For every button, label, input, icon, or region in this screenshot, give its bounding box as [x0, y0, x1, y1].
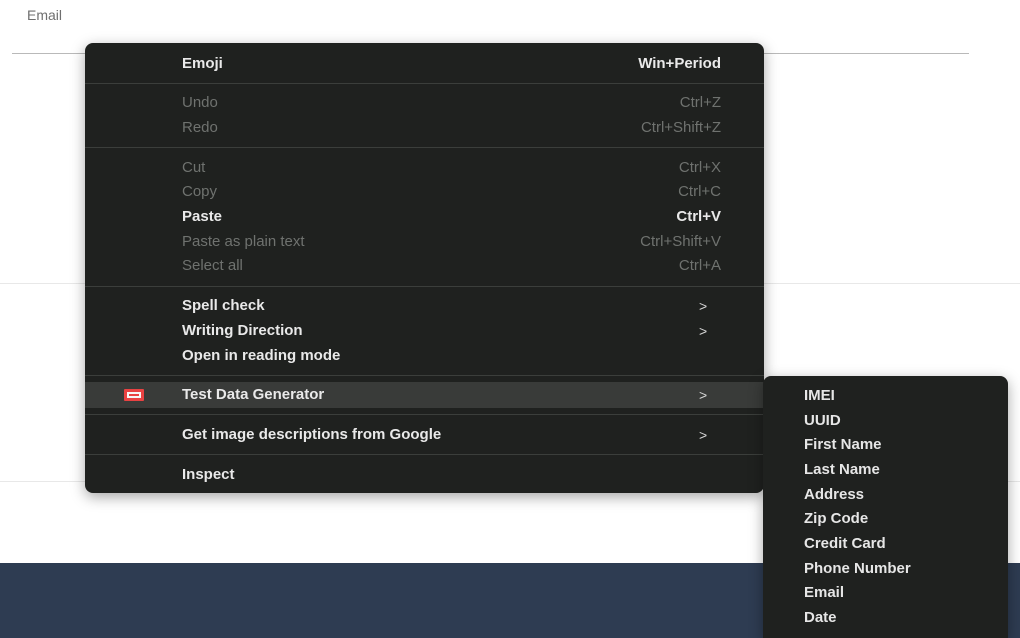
context-menu: Emoji Win+Period Undo Ctrl+Z Redo Ctrl+S… [85, 43, 764, 493]
submenu-item-label: First Name [804, 436, 882, 453]
submenu-item-label: Zip Code [804, 510, 869, 527]
menu-item-label: Inspect [182, 466, 235, 483]
menu-item-shortcut: Ctrl+C [678, 183, 721, 200]
menu-item-shortcut: Ctrl+Shift+V [640, 233, 721, 250]
submenu-item-last-name[interactable]: Last Name [763, 458, 1008, 482]
menu-item-reading-mode[interactable]: Open in reading mode [85, 344, 764, 368]
menu-item-paste-plain-text[interactable]: Paste as plain text Ctrl+Shift+V [85, 230, 764, 254]
submenu-item-zip-code[interactable]: Zip Code [763, 507, 1008, 531]
menu-item-label: Open in reading mode [182, 347, 341, 364]
menu-item-label: Select all [182, 257, 243, 274]
test-data-submenu: IMEI UUID First Name Last Name Address Z… [763, 376, 1008, 638]
menu-item-test-data-generator[interactable]: Test Data Generator > [85, 382, 764, 408]
menu-item-shortcut: Win+Period [638, 55, 721, 72]
email-field-label: Email [27, 7, 63, 23]
menu-item-label: Test Data Generator [182, 386, 325, 403]
menu-item-writing-direction[interactable]: Writing Direction > [85, 319, 764, 343]
menu-separator [85, 286, 764, 287]
menu-item-shortcut: Ctrl+A [678, 257, 721, 274]
menu-item-shortcut: Ctrl+Shift+Z [640, 119, 721, 136]
menu-item-inspect[interactable]: Inspect [85, 463, 764, 487]
menu-item-copy[interactable]: Copy Ctrl+C [85, 180, 764, 204]
menu-item-label: Copy [182, 183, 218, 200]
menu-item-label: Redo [182, 119, 218, 136]
submenu-item-label: UUID [804, 412, 841, 429]
chevron-right-icon: > [699, 427, 708, 443]
submenu-item-label: Last Name [804, 461, 880, 478]
menu-item-emoji[interactable]: Emoji Win+Period [85, 52, 764, 76]
submenu-item-label: Credit Card [804, 535, 886, 552]
submenu-item-phone-number[interactable]: Phone Number [763, 557, 1008, 581]
chevron-right-icon: > [699, 387, 708, 403]
submenu-item-date[interactable]: Date [763, 606, 1008, 630]
menu-item-label: Paste [182, 208, 223, 225]
submenu-item-address[interactable]: Address [763, 483, 1008, 507]
submenu-item-label: Phone Number [804, 560, 911, 577]
submenu-item-label: Address [804, 486, 865, 503]
menu-item-shortcut: Ctrl+X [678, 159, 721, 176]
menu-separator [85, 414, 764, 415]
chevron-right-icon: > [699, 298, 708, 314]
menu-separator [85, 83, 764, 84]
menu-item-shortcut: Ctrl+Z [679, 94, 721, 111]
menu-separator [85, 454, 764, 455]
submenu-item-uuid[interactable]: UUID [763, 409, 1008, 433]
menu-item-image-descriptions[interactable]: Get image descriptions from Google > [85, 423, 764, 447]
menu-item-cut[interactable]: Cut Ctrl+X [85, 156, 764, 180]
menu-item-redo[interactable]: Redo Ctrl+Shift+Z [85, 116, 764, 140]
menu-item-shortcut: Ctrl+V [676, 208, 721, 225]
test-data-generator-icon [124, 389, 144, 401]
submenu-item-label: Email [804, 584, 845, 601]
menu-item-label: Writing Direction [182, 322, 303, 339]
menu-item-label: Cut [182, 159, 206, 176]
chevron-right-icon: > [699, 323, 708, 339]
submenu-item-credit-card[interactable]: Credit Card [763, 532, 1008, 556]
menu-item-label: Spell check [182, 297, 265, 314]
menu-separator [85, 375, 764, 376]
menu-item-spell-check[interactable]: Spell check > [85, 294, 764, 318]
menu-item-paste[interactable]: Paste Ctrl+V [85, 205, 764, 229]
menu-item-label: Emoji [182, 55, 223, 72]
menu-item-label: Get image descriptions from Google [182, 426, 442, 443]
menu-item-label: Undo [182, 94, 218, 111]
submenu-item-imei[interactable]: IMEI [763, 384, 1008, 408]
submenu-item-label: IMEI [804, 387, 835, 404]
menu-item-select-all[interactable]: Select all Ctrl+A [85, 254, 764, 278]
menu-item-undo[interactable]: Undo Ctrl+Z [85, 91, 764, 115]
menu-item-label: Paste as plain text [182, 233, 305, 250]
submenu-item-first-name[interactable]: First Name [763, 433, 1008, 457]
submenu-item-email[interactable]: Email [763, 581, 1008, 605]
menu-separator [85, 147, 764, 148]
submenu-item-label: Date [804, 609, 837, 626]
